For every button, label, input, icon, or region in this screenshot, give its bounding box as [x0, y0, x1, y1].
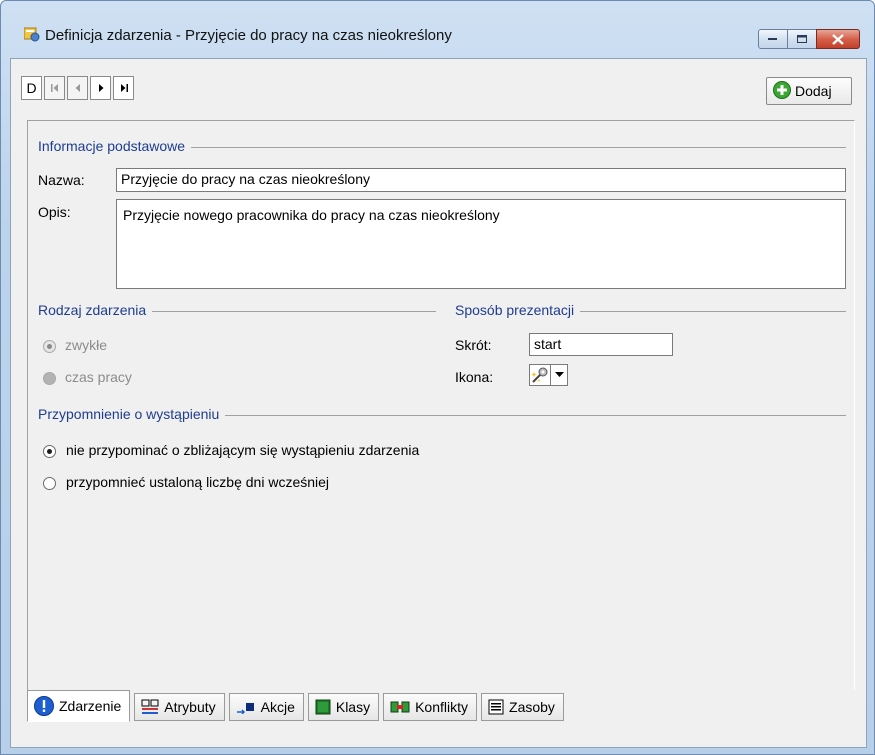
reminder-none-label: nie przypominać o zbliżającym się wystąp… — [66, 442, 420, 458]
info-icon — [34, 696, 54, 716]
basic-info-heading: Informacje podstawowe — [38, 138, 192, 154]
resources-list-icon — [488, 699, 504, 715]
icon-dropdown-button[interactable] — [550, 364, 568, 386]
event-type-regular-radio[interactable] — [43, 340, 56, 353]
action-arrow-icon — [236, 700, 256, 714]
first-record-button[interactable] — [44, 76, 65, 100]
record-navigator: D — [21, 76, 136, 100]
tab-atrybuty-label: Atrybuty — [164, 699, 216, 715]
name-input[interactable]: Przyjęcie do pracy na czas nieokreślony — [116, 168, 846, 192]
description-value: Przyjęcie nowego pracownika do pracy na … — [123, 207, 500, 223]
icon-picker[interactable] — [529, 364, 551, 386]
close-button[interactable] — [816, 29, 860, 49]
chevron-down-icon — [554, 372, 564, 377]
dialog-client-area: D Dodaj Informacje podstawowe Nazwa: Prz… — [10, 58, 867, 748]
dialog-window: Definicja zdarzenia - Przyjęcie do pracy… — [0, 0, 875, 755]
minimize-icon — [768, 38, 777, 40]
shortcut-input[interactable]: start — [529, 333, 673, 356]
next-record-button[interactable] — [90, 76, 111, 100]
tab-akcje-label: Akcje — [260, 699, 295, 715]
last-record-button[interactable] — [113, 76, 134, 100]
previous-icon — [75, 84, 80, 92]
class-square-icon — [315, 699, 331, 715]
name-label: Nazwa: — [38, 172, 85, 188]
window-title: Definicja zdarzenia - Przyjęcie do pracy… — [45, 27, 452, 44]
presentation-heading: Sposób prezentacji — [455, 302, 581, 318]
icon-label: Ikona: — [455, 369, 494, 385]
tab-klasy-label: Klasy — [335, 699, 371, 715]
description-label: Opis: — [38, 204, 71, 220]
magic-wand-gear-icon — [531, 367, 548, 383]
title-bar[interactable]: Definicja zdarzenia - Przyjęcie do pracy… — [1, 1, 874, 49]
tab-zdarzenie[interactable]: Zdarzenie — [27, 690, 131, 722]
tab-akcje[interactable]: Akcje — [228, 693, 304, 721]
reminder-days-radio[interactable] — [43, 477, 56, 490]
tab-konflikty[interactable]: Konflikty — [383, 693, 478, 721]
reminder-days-label: przypomnieć ustaloną liczbę dni wcześnie… — [66, 474, 330, 490]
tab-zasoby[interactable]: Zasoby — [481, 693, 564, 721]
tab-atrybuty[interactable]: Atrybuty — [134, 693, 225, 721]
tab-zdarzenie-label: Zdarzenie — [59, 698, 122, 714]
tab-konflikty-label: Konflikty — [415, 699, 469, 715]
form-panel: Informacje podstawowe Nazwa: Przyjęcie d… — [27, 120, 855, 690]
tab-klasy[interactable]: Klasy — [307, 693, 380, 721]
event-type-worktime-label: czas pracy — [65, 369, 132, 385]
reminder-none-radio[interactable] — [43, 445, 56, 458]
add-button[interactable]: Dodaj — [766, 77, 852, 105]
event-type-regular-label: zwykłe — [65, 337, 108, 353]
add-button-label: Dodaj — [795, 83, 832, 99]
name-value: Przyjęcie do pracy na czas nieokreślony — [121, 171, 371, 187]
first-icon — [50, 84, 58, 92]
event-type-heading: Rodzaj zdarzenia — [38, 302, 153, 318]
attributes-icon — [141, 699, 159, 715]
minimize-button[interactable] — [758, 29, 788, 49]
add-plus-icon — [773, 80, 791, 102]
previous-record-button[interactable] — [67, 76, 88, 100]
new-record-button[interactable]: D — [21, 76, 42, 100]
maximize-button[interactable] — [787, 29, 817, 49]
last-icon — [120, 84, 128, 92]
conflict-icon — [390, 700, 410, 714]
tab-zasoby-label: Zasoby — [509, 699, 555, 715]
maximize-icon — [796, 34, 807, 43]
description-textarea[interactable]: Przyjęcie nowego pracownika do pracy na … — [116, 199, 846, 289]
shortcut-value: start — [534, 336, 562, 352]
new-record-label: D — [26, 80, 37, 96]
reminder-heading: Przypomnienie o wystąpieniu — [38, 406, 226, 422]
tab-strip: Zdarzenie Atrybuty Akcje Klasy Konflikty… — [27, 690, 568, 722]
shortcut-label: Skrót: — [455, 337, 492, 353]
next-icon — [98, 84, 103, 92]
event-type-worktime-radio[interactable] — [43, 372, 56, 385]
app-icon — [23, 27, 40, 43]
close-icon — [832, 33, 844, 45]
